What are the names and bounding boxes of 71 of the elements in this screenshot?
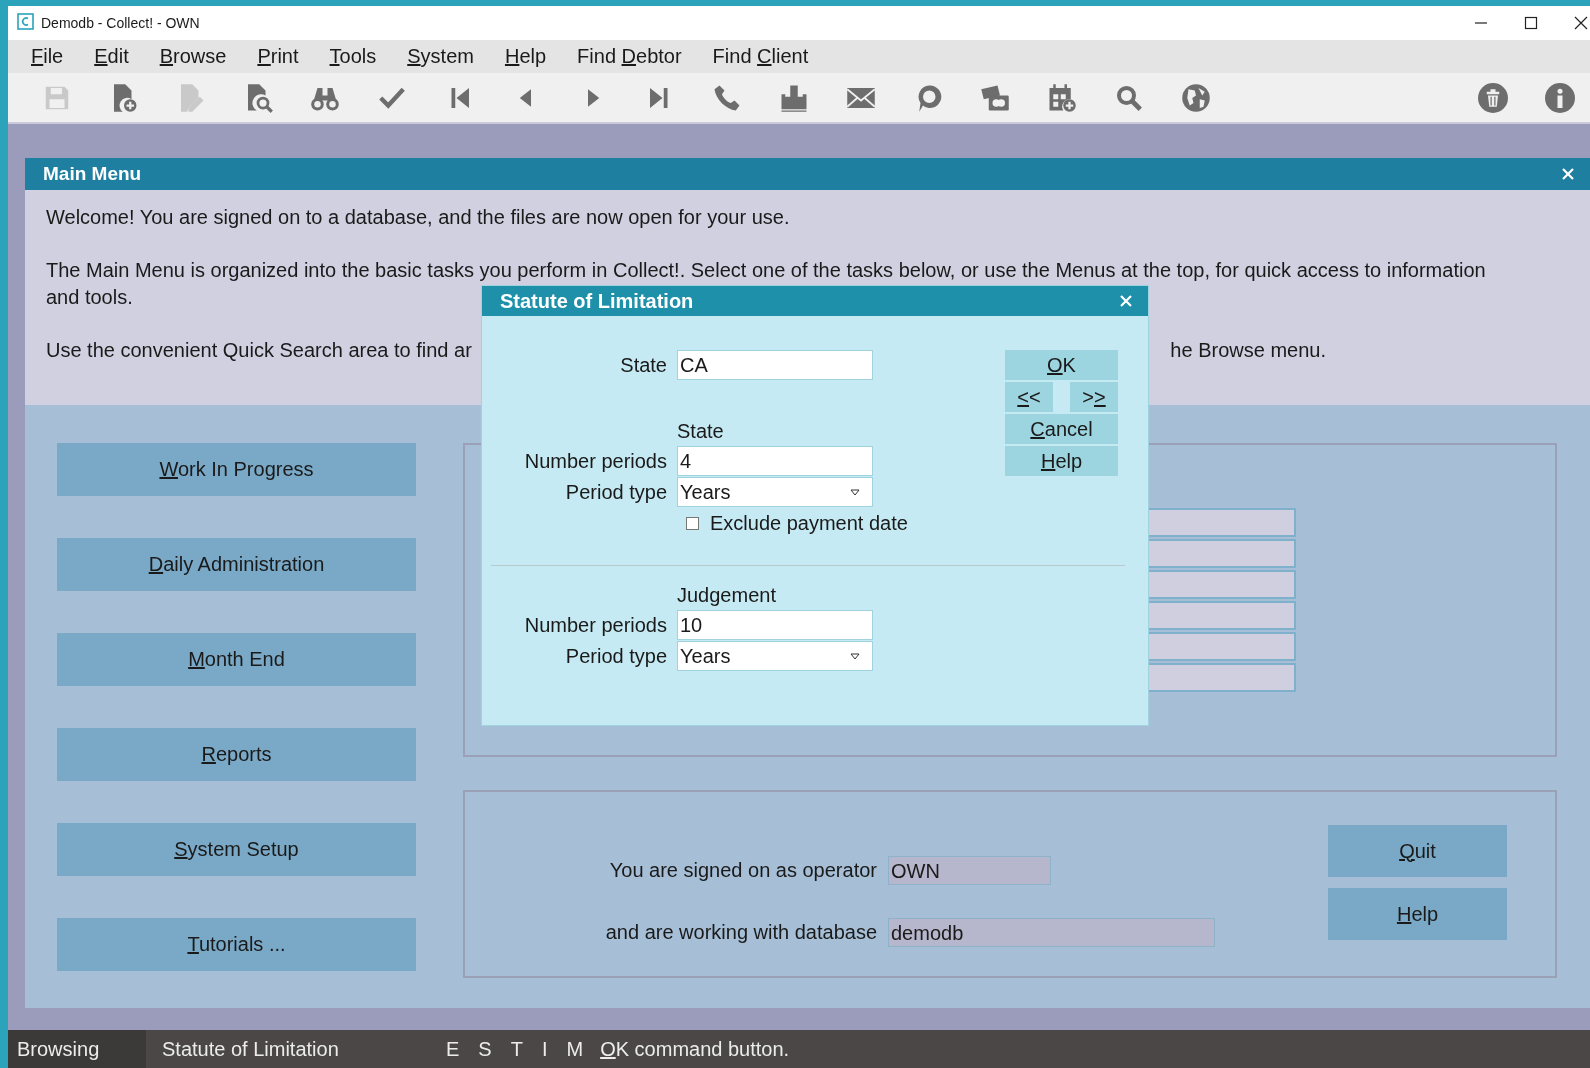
status-letter: T (510, 1037, 523, 1061)
welcome-text: Use the convenient Quick Search area to find ar (46, 338, 472, 363)
welcome-text: he Browse menu. (1170, 338, 1326, 363)
menu-item[interactable]: File (31, 45, 64, 68)
list-field[interactable] (1149, 508, 1296, 537)
app-logo-icon (17, 12, 34, 30)
task-button[interactable]: Tutorials ... (57, 918, 416, 971)
list-field[interactable] (1149, 663, 1296, 692)
trash-icon[interactable] (1478, 82, 1508, 113)
task-button[interactable]: System Setup (57, 823, 416, 876)
field-label: State (619, 353, 667, 377)
list-field[interactable] (1149, 570, 1296, 599)
field-label: You are signed on as operator (608, 859, 877, 882)
close-icon[interactable] (1574, 16, 1588, 30)
checkbox[interactable] (686, 517, 699, 530)
operator-field[interactable]: OWN (888, 856, 1051, 885)
welcome-text: Welcome! You are signed on to a database, and the files are now open for your use. (46, 205, 790, 230)
dialog-button[interactable]: << (1005, 382, 1053, 412)
status-letter: M (566, 1037, 584, 1061)
status-letter: I (541, 1037, 548, 1061)
menu-item[interactable]: System (407, 45, 474, 68)
menu-item[interactable]: Find Debtor (577, 45, 682, 68)
task-button[interactable]: Reports (57, 728, 416, 781)
calendar-add-icon[interactable] (1047, 82, 1077, 113)
list-field[interactable] (1149, 632, 1296, 661)
welcome-text: The Main Menu is organized into the basic tasks you perform in Collect!. Select one of the tasks below, or use the Menus at the top, for quick access to information (46, 258, 1486, 283)
field-label: Period type (564, 644, 667, 668)
status-hint: OK command button. (600, 1037, 790, 1061)
window-title: Demodb - Collect! - OWN (41, 15, 200, 31)
input-field[interactable]: 10 (677, 610, 873, 640)
info-icon[interactable] (1545, 82, 1575, 113)
dialog-button[interactable]: Help (1005, 446, 1118, 476)
main-button[interactable]: Help (1328, 888, 1507, 940)
welcome-text: and tools. (46, 285, 133, 310)
status-letter: S (478, 1037, 492, 1061)
status-letter: E (446, 1037, 460, 1061)
section-heading: Judgement (677, 583, 777, 608)
field-label: Number periods (523, 449, 667, 473)
panel-title: Main Menu (43, 163, 142, 185)
status-mode: Browsing (8, 1030, 146, 1068)
period-type-dropdown[interactable]: Years (677, 477, 873, 507)
globe-icon[interactable] (1181, 82, 1211, 113)
dialog-button[interactable]: OK (1005, 350, 1118, 380)
task-button[interactable]: Work In Progress (57, 443, 416, 496)
menu-item[interactable]: Find Client (712, 45, 809, 68)
input-field[interactable]: 4 (677, 446, 873, 476)
menu-item[interactable]: Edit (94, 45, 129, 68)
field-label: Number periods (523, 613, 667, 637)
checkbox-label: Exclude payment date (710, 512, 908, 535)
state-field[interactable]: CA (677, 350, 873, 380)
status-screen: Statute of Limitation (162, 1037, 340, 1061)
field-label: and are working with database (604, 921, 877, 944)
task-button[interactable]: Month End (57, 633, 416, 686)
menu-item[interactable]: Tools (329, 45, 377, 68)
list-field[interactable] (1149, 539, 1296, 568)
dialog-button[interactable]: Cancel (1005, 414, 1118, 444)
main-button[interactable]: Quit (1328, 825, 1507, 877)
dialog-button[interactable]: >> (1070, 382, 1118, 412)
dialog-title: Statute of Limitation (500, 289, 694, 313)
field-label: Period type (564, 480, 667, 504)
menu-item[interactable]: Print (257, 45, 299, 68)
dropdown-arrow-icon[interactable] (850, 488, 860, 496)
period-type-dropdown[interactable]: Years (677, 641, 873, 671)
section-heading: State (677, 419, 725, 444)
list-field[interactable] (1149, 601, 1296, 630)
menu-item[interactable]: Help (504, 45, 547, 68)
dropdown-arrow-icon[interactable] (850, 652, 860, 660)
task-button[interactable]: Daily Administration (57, 538, 416, 591)
maximize-icon[interactable] (1524, 16, 1538, 30)
menu-item[interactable]: Browse (159, 45, 227, 68)
database-field[interactable]: demodb (888, 918, 1215, 947)
